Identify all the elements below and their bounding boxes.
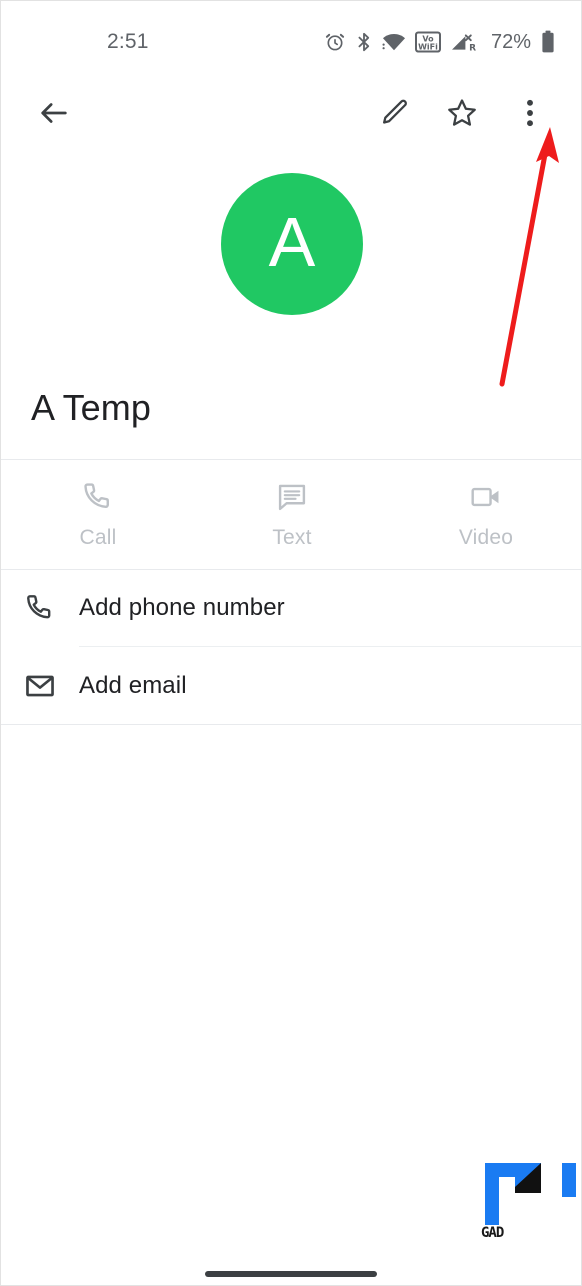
divider-below-detail-rows [1,724,581,725]
message-icon [275,480,309,514]
phone-screen: 2:51 Vo WiFi R 72% A A Temp Call Text Vi… [0,0,582,1286]
quick-action-bar: Call Text Video [1,460,581,569]
app-toolbar [1,79,581,147]
battery-percent-label: 72% [490,30,531,53]
phone-icon [81,480,115,514]
quick-action-text-label: Text [272,525,312,549]
svg-text:WiFi: WiFi [418,42,438,51]
contact-avatar-container: A [1,173,581,315]
quick-action-call[interactable]: Call [1,460,195,569]
quick-action-call-label: Call [79,525,117,549]
battery-icon [541,30,555,54]
status-bar-icons: Vo WiFi R 72% [324,30,555,54]
back-button[interactable] [27,86,81,140]
status-bar-clock: 2:51 [107,30,149,53]
add-email-row[interactable]: Add email [1,647,581,725]
pencil-icon [378,97,410,129]
quick-action-text[interactable]: Text [195,460,389,569]
gesture-home-bar[interactable] [205,1271,377,1277]
more-options-button[interactable] [503,86,557,140]
star-icon [445,96,479,130]
alarm-icon [324,31,346,53]
phone-icon [1,592,79,624]
overflow-menu-icon [516,96,544,130]
avatar[interactable]: A [221,173,363,315]
status-bar: 2:51 Vo WiFi R 72% [1,23,581,61]
signal-no-sim-roaming-icon: R [450,31,478,53]
svg-text:R: R [469,43,476,53]
add-phone-number-label: Add phone number [79,594,285,621]
vowifi-icon: Vo WiFi [414,31,441,53]
add-phone-number-row[interactable]: Add phone number [1,569,581,647]
wifi-icon [382,31,406,53]
quick-action-video[interactable]: Video [389,460,581,569]
video-camera-icon [469,480,503,514]
favorite-button[interactable] [435,86,489,140]
contact-name: A Temp [31,387,152,428]
add-email-label: Add email [79,672,187,699]
watermark-text: GAD [481,1225,504,1241]
envelope-icon [1,670,79,702]
watermark-logo: GAD [459,1161,581,1243]
edit-contact-button[interactable] [367,86,421,140]
bluetooth-icon [355,31,373,53]
quick-action-video-label: Video [458,525,514,549]
